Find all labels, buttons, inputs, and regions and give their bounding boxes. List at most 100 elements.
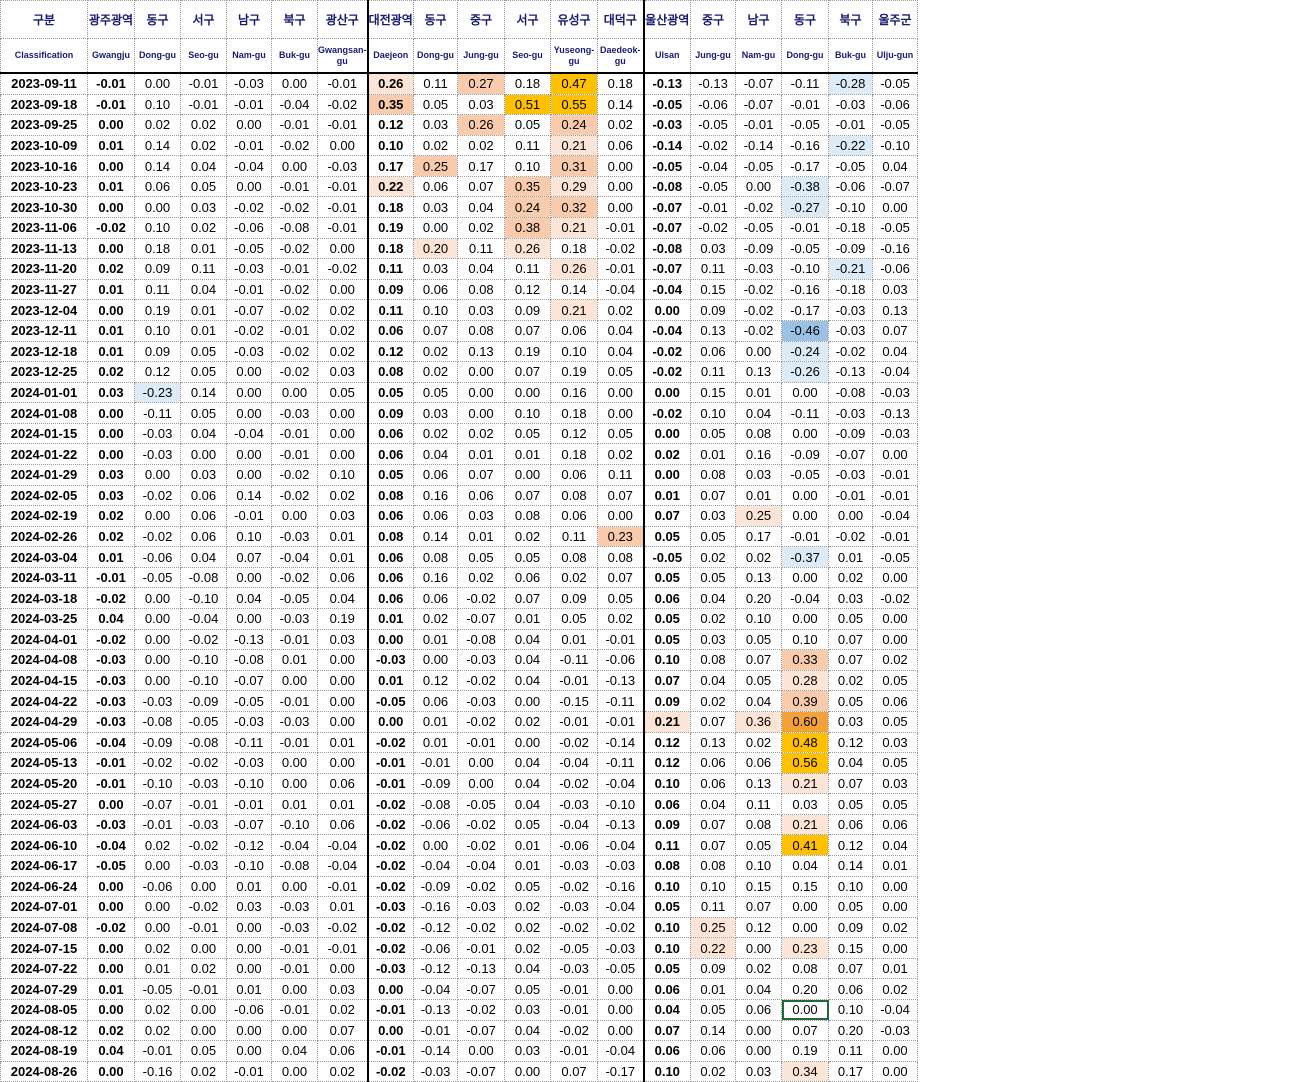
value-cell[interactable]: -0.01 bbox=[316, 937, 369, 959]
value-cell[interactable]: 0.05 bbox=[180, 1040, 227, 1062]
value-cell[interactable]: 0.23 bbox=[597, 525, 645, 548]
value-cell[interactable]: 0.01 bbox=[87, 175, 135, 198]
value-cell[interactable]: 0.04 bbox=[504, 752, 552, 774]
header-col-ko[interactable]: 중구 bbox=[457, 0, 506, 39]
value-cell[interactable]: -0.14 bbox=[642, 134, 692, 157]
value-cell[interactable]: 0.00 bbox=[134, 649, 181, 671]
value-cell[interactable]: 0.03 bbox=[872, 772, 919, 795]
value-cell[interactable]: -0.03 bbox=[87, 649, 135, 671]
value-cell[interactable]: 0.01 bbox=[828, 546, 874, 568]
value-cell[interactable]: 0.02 bbox=[504, 710, 552, 733]
value-cell[interactable]: -0.01 bbox=[180, 72, 227, 95]
value-cell[interactable]: 0.06 bbox=[597, 134, 645, 157]
value-cell[interactable]: -0.03 bbox=[87, 690, 135, 712]
value-cell[interactable]: -0.01 bbox=[781, 525, 830, 548]
value-cell[interactable]: -0.05 bbox=[134, 978, 181, 1001]
value-cell[interactable]: 0.06 bbox=[366, 566, 415, 589]
date-cell[interactable]: 2024-02-05 bbox=[0, 484, 88, 507]
value-cell[interactable]: 0.01 bbox=[134, 957, 181, 980]
value-cell[interactable]: 0.04 bbox=[87, 608, 135, 630]
value-cell[interactable]: 0.00 bbox=[316, 237, 369, 260]
value-cell[interactable]: 0.26 bbox=[550, 258, 599, 280]
date-cell[interactable]: 2024-01-08 bbox=[0, 402, 88, 424]
value-cell[interactable]: 0.07 bbox=[690, 710, 737, 733]
value-cell[interactable]: 0.08 bbox=[504, 505, 552, 527]
value-cell[interactable]: -0.02 bbox=[271, 463, 318, 486]
value-cell[interactable]: 0.17 bbox=[735, 525, 783, 548]
value-cell[interactable]: 0.35 bbox=[504, 175, 552, 198]
value-cell[interactable]: 0.19 bbox=[504, 340, 552, 363]
header-col-ko[interactable]: 유성구 bbox=[550, 0, 599, 39]
value-cell[interactable]: -0.01 bbox=[316, 175, 369, 198]
value-cell[interactable]: 0.00 bbox=[597, 1019, 645, 1042]
value-cell[interactable]: 0.00 bbox=[134, 854, 181, 877]
value-cell[interactable]: 0.01 bbox=[226, 978, 272, 1001]
value-cell[interactable]: 0.05 bbox=[457, 546, 506, 568]
header-col-en[interactable]: Nam-gu bbox=[735, 38, 783, 74]
value-cell[interactable]: 0.05 bbox=[735, 669, 783, 692]
value-cell[interactable]: 0.25 bbox=[735, 505, 783, 527]
value-cell[interactable]: -0.02 bbox=[642, 340, 692, 363]
value-cell[interactable]: -0.03 bbox=[226, 752, 272, 774]
value-cell[interactable]: 0.02 bbox=[316, 340, 369, 363]
value-cell[interactable]: -0.16 bbox=[413, 896, 459, 918]
value-cell[interactable]: 0.01 bbox=[413, 628, 459, 651]
date-cell[interactable]: 2024-05-27 bbox=[0, 793, 88, 815]
date-cell[interactable]: 2023-10-16 bbox=[0, 155, 88, 177]
value-cell[interactable]: -0.01 bbox=[366, 999, 415, 1021]
value-cell[interactable]: -0.04 bbox=[271, 834, 318, 856]
value-cell[interactable]: 0.01 bbox=[642, 484, 692, 507]
value-cell[interactable]: 0.03 bbox=[87, 484, 135, 507]
value-cell[interactable]: -0.10 bbox=[271, 813, 318, 836]
header-col-en[interactable]: Buk-gu bbox=[828, 38, 874, 74]
value-cell[interactable]: 0.06 bbox=[642, 978, 692, 1001]
value-cell[interactable]: 0.04 bbox=[504, 628, 552, 651]
value-cell[interactable]: 0.00 bbox=[413, 649, 459, 671]
value-cell[interactable]: 0.12 bbox=[735, 916, 783, 939]
value-cell[interactable]: 0.06 bbox=[366, 443, 415, 465]
value-cell[interactable]: 0.04 bbox=[642, 999, 692, 1021]
value-cell[interactable]: 0.20 bbox=[781, 978, 830, 1001]
value-cell[interactable]: 0.03 bbox=[735, 463, 783, 486]
value-cell[interactable]: -0.02 bbox=[180, 752, 227, 774]
value-cell[interactable]: 0.07 bbox=[828, 649, 874, 671]
header-col-en[interactable]: Dong-gu bbox=[413, 38, 459, 74]
value-cell[interactable]: -0.01 bbox=[597, 710, 645, 733]
value-cell[interactable]: 0.01 bbox=[87, 278, 135, 301]
value-cell[interactable]: -0.16 bbox=[781, 278, 830, 301]
value-cell[interactable]: 0.06 bbox=[413, 505, 459, 527]
value-cell[interactable]: -0.03 bbox=[828, 319, 874, 342]
value-cell[interactable]: -0.02 bbox=[87, 587, 135, 610]
value-cell[interactable]: 0.10 bbox=[642, 916, 692, 939]
value-cell[interactable]: 0.00 bbox=[316, 752, 369, 774]
header-col-en[interactable]: Seo-gu bbox=[504, 38, 552, 74]
value-cell[interactable]: -0.02 bbox=[872, 587, 919, 610]
value-cell[interactable]: -0.01 bbox=[180, 93, 227, 116]
value-cell[interactable]: 0.18 bbox=[550, 443, 599, 465]
value-cell[interactable]: 0.07 bbox=[735, 649, 783, 671]
value-cell[interactable]: 0.07 bbox=[316, 1019, 369, 1042]
value-cell[interactable]: 0.03 bbox=[180, 196, 227, 219]
value-cell[interactable]: 0.10 bbox=[504, 402, 552, 424]
value-cell[interactable]: 0.10 bbox=[226, 525, 272, 548]
value-cell[interactable]: 0.19 bbox=[316, 608, 369, 630]
value-cell[interactable]: -0.08 bbox=[226, 649, 272, 671]
value-cell[interactable]: 0.08 bbox=[366, 484, 415, 507]
value-cell[interactable]: 0.12 bbox=[550, 422, 599, 445]
value-cell[interactable]: 0.01 bbox=[735, 484, 783, 507]
value-cell[interactable]: 0.18 bbox=[134, 237, 181, 260]
value-cell[interactable]: 0.55 bbox=[550, 93, 599, 116]
value-cell[interactable]: 0.05 bbox=[366, 463, 415, 486]
value-cell[interactable]: 0.02 bbox=[457, 217, 506, 239]
value-cell[interactable]: 0.14 bbox=[180, 381, 227, 404]
value-cell[interactable]: 0.02 bbox=[597, 114, 645, 136]
value-cell[interactable]: 0.06 bbox=[366, 422, 415, 445]
value-cell[interactable]: -0.02 bbox=[271, 340, 318, 363]
value-cell[interactable]: 0.14 bbox=[413, 525, 459, 548]
value-cell[interactable]: -0.04 bbox=[690, 155, 737, 177]
value-cell[interactable]: -0.07 bbox=[226, 813, 272, 836]
value-cell[interactable]: 0.00 bbox=[781, 422, 830, 445]
value-cell[interactable]: -0.06 bbox=[226, 999, 272, 1021]
value-cell[interactable]: -0.02 bbox=[828, 525, 874, 548]
value-cell[interactable]: 0.00 bbox=[316, 422, 369, 445]
